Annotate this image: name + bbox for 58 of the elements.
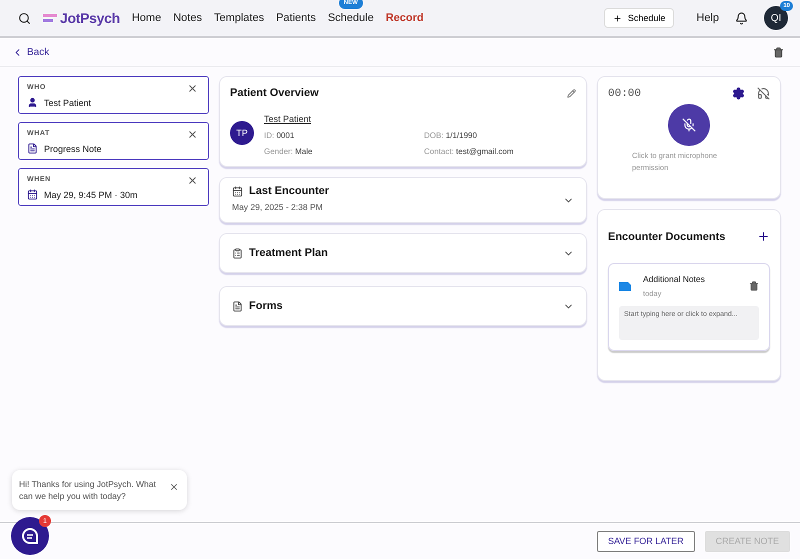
back-link[interactable]: Back (12, 46, 50, 58)
headphone-off-icon[interactable] (757, 87, 770, 100)
patient-detail: Gender: Male (264, 147, 314, 156)
microphone-off-icon (682, 118, 696, 132)
section-title: Forms (249, 300, 283, 312)
field-value: Progress Note (44, 144, 102, 154)
clipboard-icon (232, 248, 243, 258)
timer: 00:00 (608, 88, 642, 100)
help-link[interactable]: Help (696, 12, 719, 24)
chat-message: Hi! Thanks for using JotPsych. What can we help you with today? (19, 478, 157, 502)
microphone-button[interactable] (668, 104, 710, 146)
document-icon (27, 143, 38, 154)
section-title: Last Encounter (249, 185, 330, 197)
calendar-icon (27, 189, 38, 200)
nav-link[interactable]: Templates (214, 12, 264, 24)
note-icon (619, 281, 631, 291)
section-card[interactable]: Treatment Plan (219, 233, 587, 273)
user-avatar[interactable]: QI (764, 6, 788, 30)
settings-icon[interactable] (732, 87, 745, 100)
notification-icon[interactable] (735, 12, 748, 24)
patient-detail: DOB: 1/1/1990 (424, 131, 478, 140)
field-value: May 29, 9:45 PM · 30m (44, 190, 138, 200)
nav-link[interactable]: Record (386, 12, 424, 24)
section-subtitle: May 29, 2025 - 2:38 PM (232, 202, 323, 212)
field-value: Test Patient (44, 98, 92, 108)
nav-link[interactable]: Patients (276, 12, 316, 24)
card-title: Patient Overview (230, 87, 319, 99)
save-for-later-button[interactable]: SAVE FOR LATER (596, 530, 695, 552)
chat-button[interactable] (11, 517, 49, 555)
patient-detail: ID: 0001 (264, 131, 296, 140)
section-title: Treatment Plan (249, 247, 328, 259)
brand-name[interactable]: JotPsych (60, 10, 120, 26)
person-icon (27, 97, 38, 108)
nav-link[interactable]: Home (132, 12, 162, 24)
section-card[interactable]: Forms (219, 286, 587, 326)
close-button[interactable] (187, 83, 198, 94)
delete-button[interactable] (749, 281, 759, 291)
document-name: Additional Notes (643, 274, 705, 284)
edit-icon[interactable] (567, 88, 576, 98)
patient-name-link[interactable]: Test Patient (264, 114, 312, 124)
plus-icon (612, 14, 622, 22)
schedule-button[interactable]: Schedule (604, 8, 674, 28)
delete-icon[interactable] (773, 46, 784, 58)
add-icon[interactable] (757, 230, 770, 243)
close-button[interactable] (187, 129, 198, 140)
logo-icon (43, 13, 57, 23)
calendar-icon (232, 186, 243, 196)
card-title: Encounter Documents (608, 230, 726, 242)
search-icon[interactable] (18, 12, 31, 24)
chat-icon (21, 527, 39, 545)
close-button[interactable] (187, 175, 198, 186)
nav-link[interactable]: Schedule (328, 12, 374, 24)
nav-link[interactable]: Notes (173, 12, 202, 24)
document-icon (232, 300, 243, 312)
close-button[interactable] (169, 482, 179, 492)
patient-detail: Contact: test@gmail.com (424, 147, 514, 156)
patient-avatar: TP (230, 120, 254, 144)
section-card[interactable]: Last Encounter May 29, 2025 - 2:38 PM (219, 177, 587, 223)
